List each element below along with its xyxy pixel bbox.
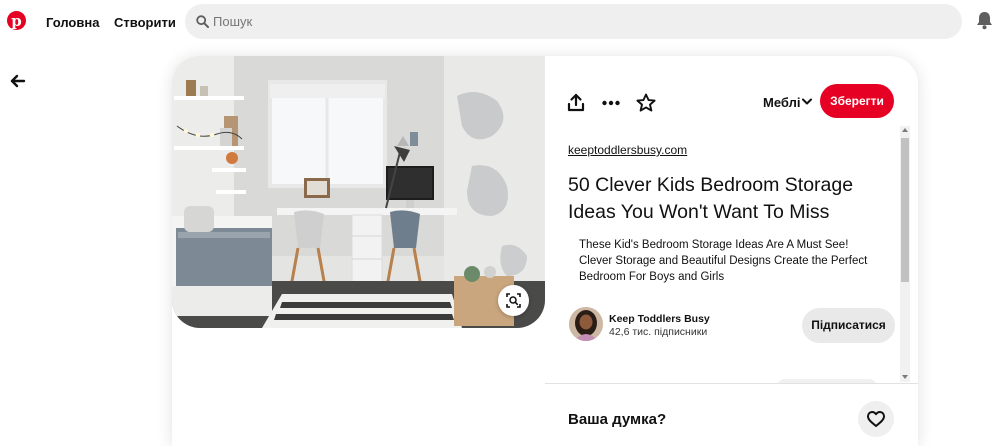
nav-create[interactable]: Створити [114, 15, 176, 30]
pin-title: 50 Clever Kids Bedroom Storage Ideas You… [568, 174, 854, 223]
top-bar: p Головна Створити [0, 0, 1000, 44]
pin-card: Меблі Зберегти keeptoddlersbusy.com 50 C… [172, 56, 918, 446]
star-icon[interactable] [635, 92, 657, 114]
follow-button[interactable]: Підписатися [802, 308, 895, 343]
pinterest-logo-icon[interactable]: p [7, 11, 26, 30]
arrow-left-icon[interactable] [9, 72, 27, 90]
more-icon[interactable] [600, 92, 622, 114]
creator-name[interactable]: Keep Toddlers Busy [609, 313, 710, 325]
follower-count: 42,6 тис. підписники [609, 326, 708, 338]
visual-search-icon [506, 293, 521, 308]
search-bar[interactable] [185, 4, 962, 39]
source-link[interactable]: keeptoddlersbusy.com [568, 143, 687, 157]
pin-image[interactable] [172, 56, 545, 328]
svg-text:p: p [11, 12, 22, 30]
visual-search-button[interactable] [498, 285, 529, 316]
avatar[interactable] [569, 307, 603, 341]
nav-home[interactable]: Головна [46, 15, 99, 30]
search-input[interactable] [213, 4, 913, 39]
scroll-thumb[interactable] [901, 138, 909, 282]
pin-description: These Kid's Bedroom Storage Ideas Are A … [579, 239, 868, 283]
board-selector-label[interactable]: Меблі [763, 95, 800, 110]
chevron-down-icon[interactable] [802, 98, 812, 106]
save-button[interactable]: Зберегти [820, 84, 894, 118]
comment-panel: Ваша думка? [545, 383, 918, 446]
share-icon[interactable] [565, 92, 587, 114]
bell-icon[interactable] [976, 11, 993, 30]
pin-details: Меблі Зберегти keeptoddlersbusy.com 50 C… [545, 56, 918, 446]
scroll-down-arrow-icon[interactable] [902, 375, 908, 379]
scrollbar[interactable] [900, 126, 910, 382]
comment-prompt: Ваша думка? [568, 411, 667, 428]
search-icon [196, 15, 209, 28]
react-button[interactable] [858, 401, 894, 437]
heart-icon [867, 411, 885, 427]
scroll-up-arrow-icon[interactable] [902, 128, 908, 132]
